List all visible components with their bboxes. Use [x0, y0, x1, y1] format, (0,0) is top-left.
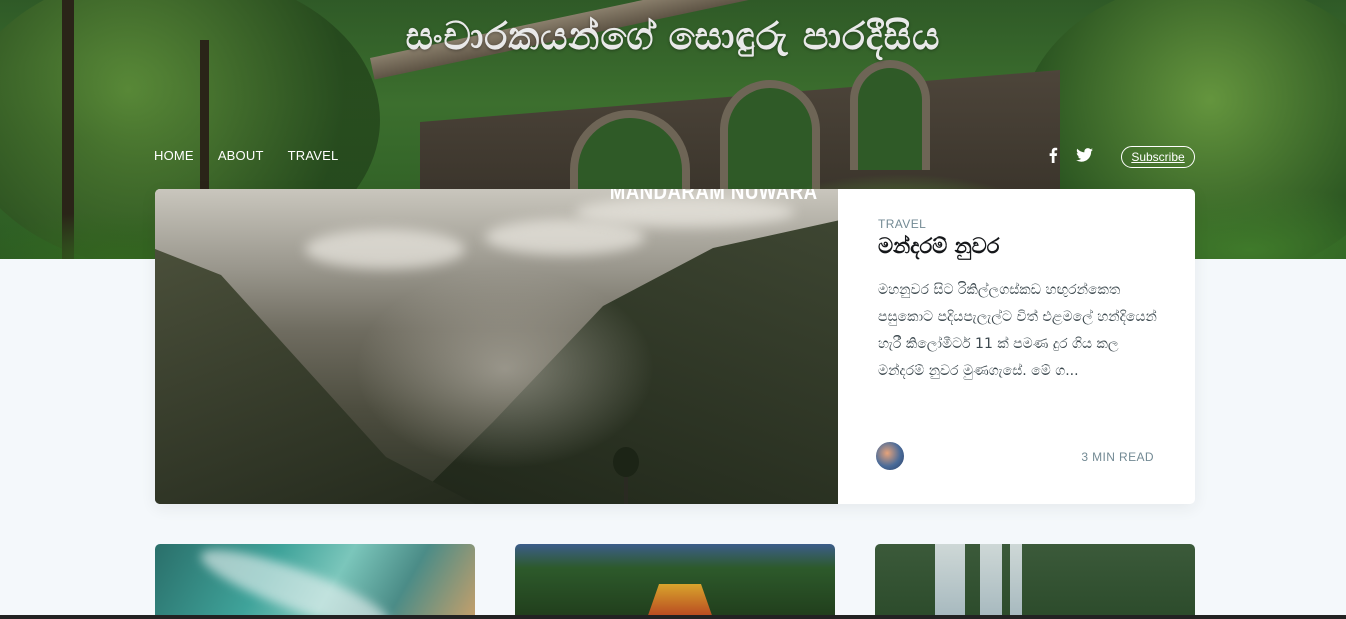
post-card-image	[645, 584, 715, 619]
post-card[interactable]	[515, 544, 835, 619]
main-nav: HOME ABOUT TRAVEL	[154, 148, 362, 163]
post-excerpt[interactable]: මහනුවර සිට රිකිල්ලගස්කඩ හඟුරන්කෙත පසුකොට…	[878, 277, 1168, 385]
image-caption: MANDARAM NUWARA	[610, 189, 818, 204]
mist	[355, 269, 655, 469]
nav-item-travel[interactable]: TRAVEL	[288, 148, 339, 163]
nav-item-about[interactable]: ABOUT	[218, 148, 264, 163]
post-card[interactable]	[875, 544, 1195, 619]
social-links	[1048, 147, 1093, 163]
window-bottom-edge	[0, 615, 1346, 619]
post-card-image	[980, 544, 1002, 619]
featured-post-card[interactable]: MANDARAM NUWARA TRAVEL මන්දරම් නුවර මහනු…	[155, 189, 1195, 504]
subscribe-button[interactable]: Subscribe	[1121, 146, 1195, 168]
post-tag[interactable]: TRAVEL	[878, 217, 1168, 231]
site-title[interactable]: සංචාරකයන්ගේ සොඳුරු පාරදීසිය	[0, 14, 1346, 59]
featured-post-content: TRAVEL මන්දරම් නුවර මහනුවර සිට රිකිල්ලගස…	[878, 217, 1168, 385]
featured-post-image[interactable]: MANDARAM NUWARA	[155, 189, 838, 504]
post-card-image	[935, 544, 965, 619]
facebook-icon[interactable]	[1048, 147, 1058, 163]
post-title[interactable]: මන්දරම් නුවර	[878, 234, 1168, 259]
post-card[interactable]	[155, 544, 475, 619]
cloud	[485, 219, 645, 255]
author-avatar[interactable]	[875, 441, 905, 471]
nav-item-home[interactable]: HOME	[154, 148, 194, 163]
post-card-image	[194, 544, 396, 619]
twitter-icon[interactable]	[1076, 148, 1093, 162]
reading-time: 3 MIN READ	[1081, 450, 1154, 464]
post-card-image	[1010, 544, 1022, 619]
lone-tree	[613, 447, 639, 477]
cloud	[305, 229, 465, 269]
